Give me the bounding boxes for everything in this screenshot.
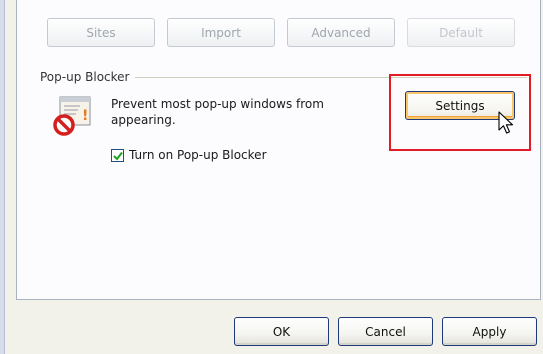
mouse-pointer-icon <box>498 111 514 138</box>
import-button[interactable]: Import <box>167 18 275 47</box>
default-button[interactable]: Default <box>407 18 515 47</box>
popup-blocker-description: Prevent most pop-up windows from appeari… <box>111 97 324 127</box>
ok-button[interactable]: OK <box>234 317 329 346</box>
window-left-edge <box>0 0 5 354</box>
advanced-button[interactable]: Advanced <box>287 18 395 47</box>
svg-text:!: ! <box>82 108 88 124</box>
popup-blocker-group-label: Pop-up Blocker <box>40 70 136 84</box>
apply-button[interactable]: Apply <box>442 317 537 346</box>
cancel-button[interactable]: Cancel <box>338 317 433 346</box>
popup-blocker-icon: ! <box>52 94 96 141</box>
popup-blocker-checkbox[interactable] <box>111 148 124 162</box>
popup-blocker-checkbox-label: Turn on Pop-up Blocker <box>129 148 267 162</box>
popup-blocker-checkbox-row[interactable]: Turn on Pop-up Blocker <box>111 148 267 162</box>
sites-button[interactable]: Sites <box>47 18 155 47</box>
